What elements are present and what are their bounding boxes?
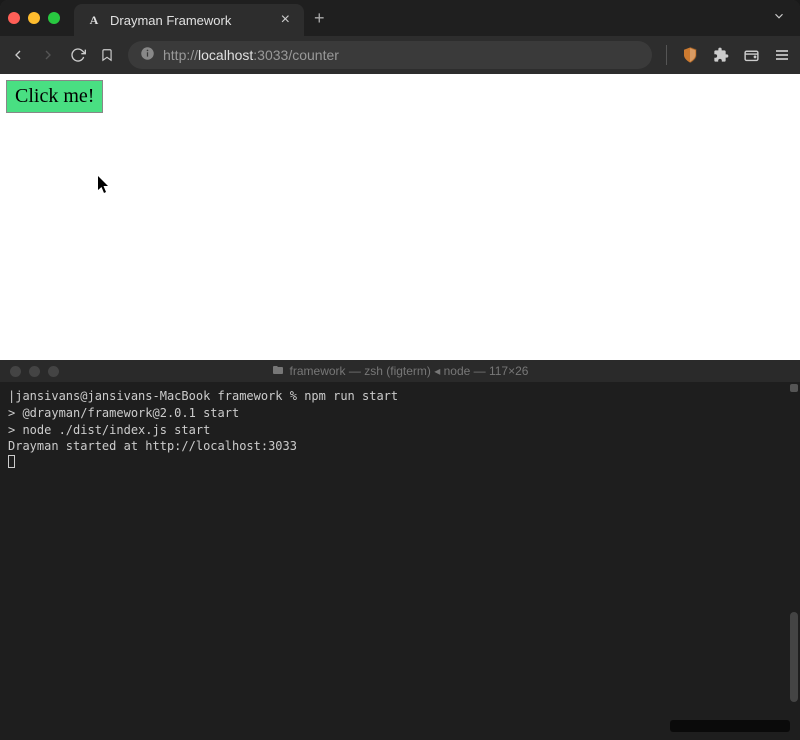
terminal-close-button[interactable] (10, 366, 21, 377)
menu-icon[interactable] (774, 47, 790, 63)
browser-tab[interactable]: A Drayman Framework × (74, 4, 304, 36)
tab-close-icon[interactable]: × (279, 11, 292, 29)
click-me-button[interactable]: Click me! (6, 80, 103, 113)
terminal-line: |jansivans@jansivans-MacBook framework %… (8, 388, 792, 405)
browser-nav-bar: http://localhost:3033/counter (0, 36, 800, 74)
terminal-window-controls (10, 366, 59, 377)
nav-reload-button[interactable] (70, 47, 86, 63)
site-info-icon[interactable] (140, 46, 155, 64)
terminal-line: > @drayman/framework@2.0.1 start (8, 405, 792, 422)
browser-tab-bar: A Drayman Framework × + (0, 0, 800, 36)
terminal-line: Drayman started at http://localhost:3033 (8, 438, 792, 455)
new-tab-button[interactable]: + (304, 8, 335, 29)
shields-icon[interactable] (681, 46, 699, 64)
terminal-scrollbar[interactable] (790, 612, 798, 702)
window-controls (8, 12, 60, 24)
nav-back-button[interactable] (10, 47, 26, 63)
terminal-cursor (8, 455, 792, 473)
terminal-maximize-button[interactable] (48, 366, 59, 377)
terminal-window: framework — zsh (figterm) ◂ node — 117×2… (0, 360, 800, 740)
browser-window: A Drayman Framework × + http://localhost… (0, 0, 800, 360)
address-bar[interactable]: http://localhost:3033/counter (128, 41, 652, 69)
window-minimize-button[interactable] (28, 12, 40, 24)
window-maximize-button[interactable] (48, 12, 60, 24)
mouse-cursor-icon (98, 176, 110, 194)
window-close-button[interactable] (8, 12, 20, 24)
scroll-indicator (790, 384, 798, 392)
bottom-overlay (670, 720, 790, 732)
bookmark-icon[interactable] (100, 48, 114, 62)
wallet-icon[interactable] (743, 47, 760, 64)
tab-favicon-icon: A (86, 12, 102, 28)
terminal-body[interactable]: |jansivans@jansivans-MacBook framework %… (0, 382, 800, 740)
divider (666, 45, 667, 65)
url-text: http://localhost:3033/counter (163, 47, 339, 63)
tab-title: Drayman Framework (110, 13, 271, 28)
extensions-icon[interactable] (713, 47, 729, 63)
tab-overflow-button[interactable] (766, 9, 792, 28)
terminal-line: > node ./dist/index.js start (8, 422, 792, 439)
page-viewport: Click me! (0, 74, 800, 360)
terminal-title: framework — zsh (figterm) ◂ node — 117×2… (290, 364, 529, 378)
folder-icon (272, 364, 290, 378)
nav-forward-button[interactable] (40, 47, 56, 63)
terminal-titlebar: framework — zsh (figterm) ◂ node — 117×2… (0, 360, 800, 382)
terminal-minimize-button[interactable] (29, 366, 40, 377)
